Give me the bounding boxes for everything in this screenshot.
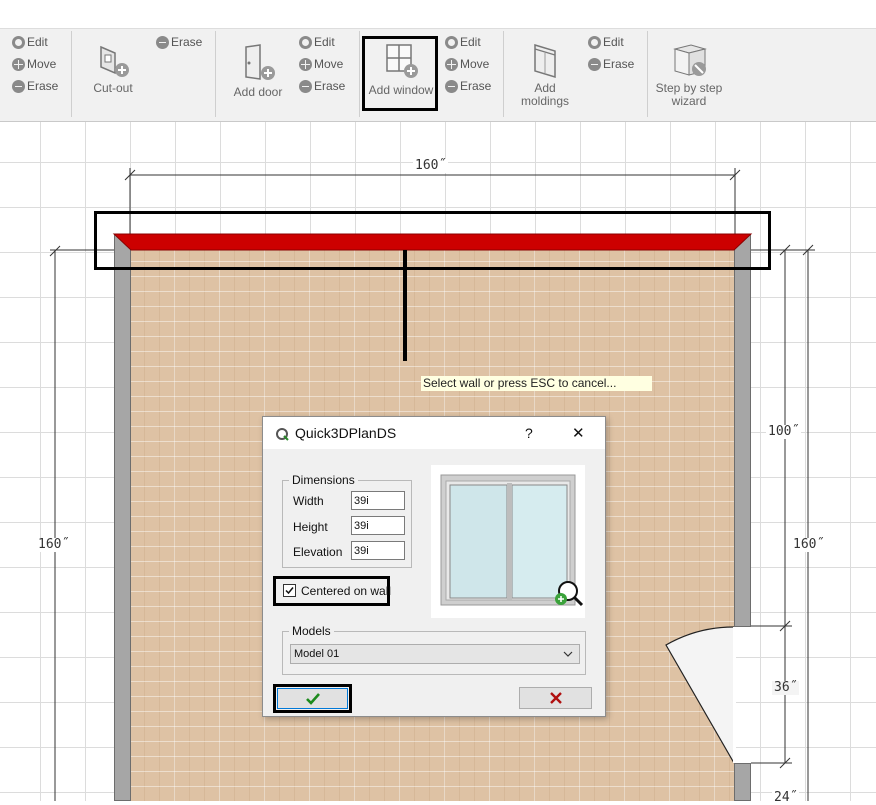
ok-button[interactable] xyxy=(277,688,348,709)
close-button[interactable]: ✕ xyxy=(572,424,585,442)
app-logo-icon xyxy=(276,428,289,441)
models-group-title: Models xyxy=(289,624,334,638)
height-label: Height xyxy=(293,520,328,534)
dimensions-group-title: Dimensions xyxy=(289,473,358,487)
dimension-right-mid: 160˝ xyxy=(791,537,827,552)
x-icon xyxy=(549,692,562,704)
centered-label[interactable]: Centered on wall xyxy=(301,584,391,598)
window-model-image xyxy=(440,474,584,607)
dimension-top: 160˝ xyxy=(413,158,449,173)
dialog-titlebar[interactable]: Quick3DPlanDS ? ✕ xyxy=(263,417,605,449)
window-dialog: Quick3DPlanDS ? ✕ Dimensions Width Heigh… xyxy=(262,416,606,717)
dialog-title: Quick3DPlanDS xyxy=(295,425,397,441)
door-swing xyxy=(665,626,735,764)
window-preview[interactable] xyxy=(431,465,585,618)
models-select-value: Model 01 xyxy=(294,648,340,660)
width-label: Width xyxy=(293,494,324,508)
help-button[interactable]: ? xyxy=(525,425,533,441)
height-input[interactable] xyxy=(351,516,405,535)
elevation-label: Elevation xyxy=(293,545,343,559)
dimension-door: 36˝ xyxy=(772,680,800,695)
status-tooltip: Select wall or press ESC to cancel... xyxy=(421,376,652,391)
elevation-input[interactable] xyxy=(351,541,405,560)
chevron-down-icon xyxy=(563,651,573,657)
models-select[interactable]: Model 01 xyxy=(290,644,580,664)
checkmark-icon xyxy=(305,692,320,705)
dimension-left: 160˝ xyxy=(36,537,72,552)
wall-highlight-box xyxy=(94,211,771,270)
width-input[interactable] xyxy=(351,491,405,510)
cancel-button[interactable] xyxy=(519,687,592,709)
dimension-right-upper: 100˝ xyxy=(766,424,802,439)
centered-checkbox[interactable] xyxy=(283,584,296,597)
checkmark-icon xyxy=(285,587,294,595)
dimension-bottom-right: 24˝ xyxy=(772,790,800,805)
